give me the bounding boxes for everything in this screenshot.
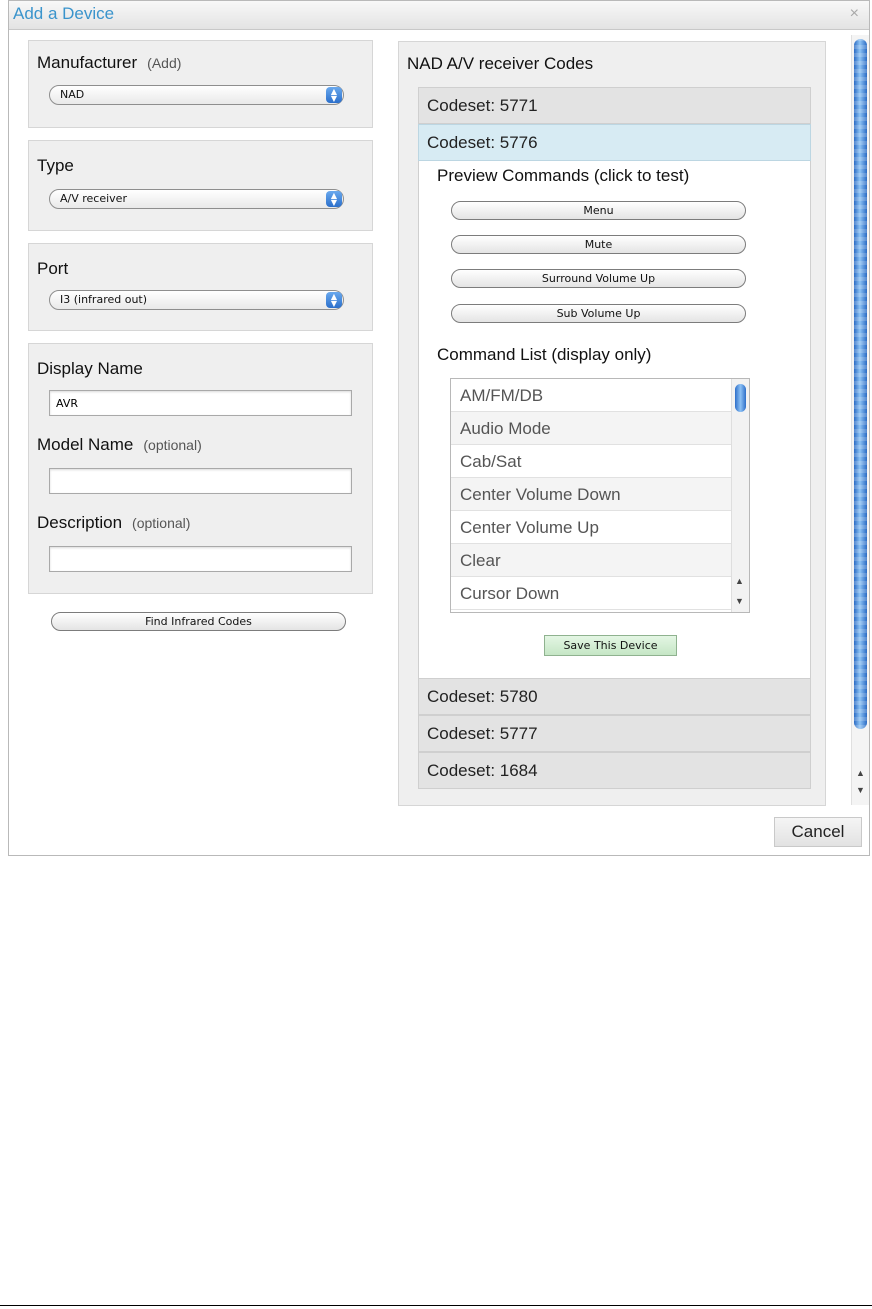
scroll-down-arrow-icon[interactable]: ▼ xyxy=(735,596,744,606)
updown-arrows-icon: ▲ ▼ xyxy=(326,191,342,207)
display-name-label: Display Name xyxy=(37,359,143,378)
preview-command-mute[interactable]: Mute xyxy=(451,235,746,254)
port-select[interactable]: I3 (infrared out) ▲ ▼ xyxy=(49,290,344,310)
close-icon[interactable]: × xyxy=(850,5,859,23)
codes-panel: NAD A/V receiver Codes Codeset: 5771 Cod… xyxy=(398,41,826,806)
model-name-label-text: Model Name xyxy=(37,435,134,454)
list-item: Clear xyxy=(451,544,732,577)
manufacturer-label: Manufacturer (Add) xyxy=(37,53,181,73)
description-input[interactable] xyxy=(49,546,352,572)
model-name-label: Model Name (optional) xyxy=(37,435,202,455)
codeset-5771[interactable]: Codeset: 5771 xyxy=(418,87,811,124)
dialog-scroll-thumb[interactable] xyxy=(854,39,867,729)
port-label: Port xyxy=(37,259,69,278)
codeset-1684[interactable]: Codeset: 1684 xyxy=(418,752,811,789)
cancel-button[interactable]: Cancel xyxy=(774,817,862,847)
model-name-hint: (optional) xyxy=(143,437,202,453)
command-list-scrollbar[interactable]: ▲ ▼ xyxy=(731,379,749,612)
codes-heading: NAD A/V receiver Codes xyxy=(407,54,594,73)
manufacturer-label-text: Manufacturer xyxy=(37,53,138,72)
updown-arrows-icon: ▲ ▼ xyxy=(326,292,342,308)
list-item: Cursor Down xyxy=(451,577,732,610)
codeset-5777[interactable]: Codeset: 5777 xyxy=(418,715,811,752)
preview-commands-heading: Preview Commands (click to test) xyxy=(437,166,690,185)
display-name-input[interactable] xyxy=(49,390,352,416)
list-item: Audio Mode xyxy=(451,412,732,445)
find-infrared-codes-button[interactable]: Find Infrared Codes xyxy=(51,612,346,631)
list-item: AM/FM/DB xyxy=(451,379,732,412)
dialog-scrollbar[interactable]: ▲ ▼ xyxy=(851,35,869,805)
port-panel: Port I3 (infrared out) ▲ ▼ xyxy=(28,243,373,331)
preview-command-surround-volume-up[interactable]: Surround Volume Up xyxy=(451,269,746,288)
type-panel: Type A/V receiver ▲ ▼ xyxy=(28,140,373,231)
description-label: Description (optional) xyxy=(37,513,190,533)
save-device-button[interactable]: Save This Device xyxy=(544,635,677,656)
codeset-5780[interactable]: Codeset: 5780 xyxy=(418,678,811,715)
command-list-scroll-thumb[interactable] xyxy=(735,384,746,412)
list-item: Center Volume Down xyxy=(451,478,732,511)
type-selected-value: A/V receiver xyxy=(60,192,127,205)
dialog-title: Add a Device xyxy=(13,4,115,23)
manufacturer-select[interactable]: NAD ▲ ▼ xyxy=(49,85,344,105)
codeset-5776[interactable]: Codeset: 5776 xyxy=(418,124,811,161)
add-device-dialog: Add a Device × Manufacturer (Add) NAD ▲ ▼ … xyxy=(8,0,870,856)
description-hint: (optional) xyxy=(132,515,191,531)
manufacturer-selected-value: NAD xyxy=(60,88,85,101)
dialog-titlebar: Add a Device × xyxy=(9,1,869,30)
details-panel: Display Name Model Name (optional) Descri… xyxy=(28,343,373,594)
port-selected-value: I3 (infrared out) xyxy=(60,293,148,306)
codeset-details: Preview Commands (click to test) Menu Mu… xyxy=(418,161,811,678)
type-select[interactable]: A/V receiver ▲ ▼ xyxy=(49,189,344,209)
model-name-input[interactable] xyxy=(49,468,352,494)
page-divider xyxy=(0,1305,872,1306)
type-label: Type xyxy=(37,156,74,175)
list-item: Center Volume Up xyxy=(451,511,732,544)
scroll-up-arrow-icon[interactable]: ▲ xyxy=(856,768,865,778)
list-item: Cab/Sat xyxy=(451,445,732,478)
updown-arrows-icon: ▲ ▼ xyxy=(326,87,342,103)
command-list-heading: Command List (display only) xyxy=(437,345,652,364)
add-manufacturer-link[interactable]: (Add) xyxy=(147,55,181,71)
preview-command-menu[interactable]: Menu xyxy=(451,201,746,220)
scroll-down-arrow-icon[interactable]: ▼ xyxy=(856,785,865,795)
command-list[interactable]: AM/FM/DB Audio Mode Cab/Sat Center Volum… xyxy=(450,378,750,613)
description-label-text: Description xyxy=(37,513,123,532)
manufacturer-panel: Manufacturer (Add) NAD ▲ ▼ xyxy=(28,40,373,128)
preview-command-sub-volume-up[interactable]: Sub Volume Up xyxy=(451,304,746,323)
scroll-up-arrow-icon[interactable]: ▲ xyxy=(735,576,744,586)
